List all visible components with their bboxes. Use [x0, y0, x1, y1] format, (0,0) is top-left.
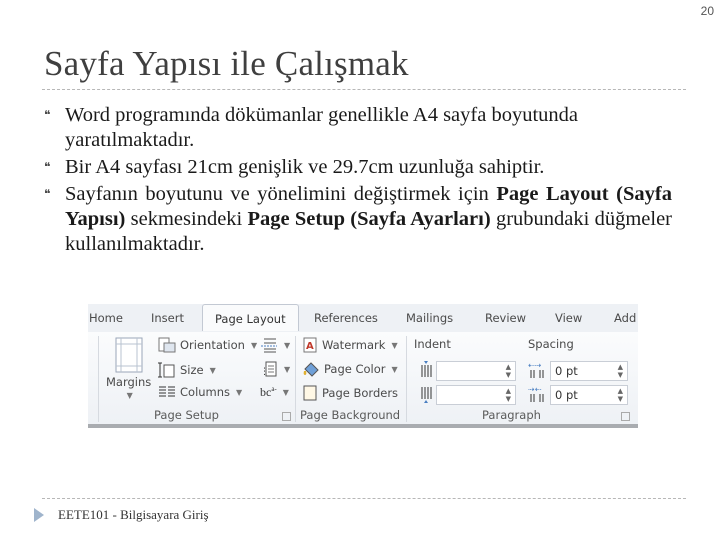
spinner-icon[interactable]: ▲ ▼ — [618, 363, 623, 379]
bullet-text: Word programında dökümanlar genellikle A… — [65, 104, 578, 151]
chevron-down-icon: ▼ — [126, 391, 133, 400]
chevron-down-icon: ▼ — [282, 388, 289, 397]
tab-page-layout[interactable]: Page Layout — [202, 304, 299, 331]
bullet-text: Sayfanın boyutunu ve yönelimini değiştir… — [65, 183, 497, 205]
line-numbers-icon: ⋮ — [260, 361, 277, 377]
columns-label: Columns — [180, 385, 231, 399]
page-background-group-label: Page Background — [300, 408, 401, 422]
group-separator — [406, 336, 407, 422]
tab-add[interactable]: Add — [614, 311, 636, 325]
paint-bucket-icon — [303, 362, 319, 377]
svg-text:A: A — [306, 341, 314, 352]
hyphenation-icon: bca- — [260, 385, 277, 399]
spacing-before-icon: ⇠⇢ — [528, 361, 548, 382]
orientation-label: Orientation — [180, 338, 245, 352]
bullet-item: ❝ Sayfanın boyutunu ve yönelimini değişt… — [44, 182, 672, 257]
page-borders-button[interactable]: Page Borders — [302, 385, 398, 401]
bullet-icon: ❝ — [44, 108, 51, 122]
spinner-icon[interactable]: ▲ ▼ — [618, 387, 623, 403]
footer-divider — [42, 498, 686, 499]
chevron-down-icon: ▼ — [250, 340, 258, 350]
line-numbers-button[interactable]: ⋮ ▼ — [260, 361, 290, 377]
tab-home[interactable]: Home — [89, 311, 123, 325]
size-icon — [158, 362, 175, 378]
bullet-item: ❝ Word programında dökümanlar genellikle… — [44, 103, 672, 153]
spinner-icon[interactable]: ▲ ▼ — [506, 387, 511, 403]
bullet-icon: ❝ — [44, 160, 51, 174]
chevron-down-icon: ▼ — [391, 340, 398, 350]
page-borders-label: Page Borders — [322, 386, 399, 400]
dialog-launcher-icon[interactable] — [282, 412, 291, 421]
ribbon-body: Margins ▼ Orientation ▼ Size ▼ Columns ▼… — [88, 332, 638, 424]
spacing-after-input[interactable]: 0 pt ▲ ▼ — [550, 385, 628, 405]
indent-label: Indent — [414, 337, 451, 351]
margins-label: Margins — [106, 375, 152, 389]
orientation-button[interactable]: Orientation ▼ — [158, 337, 257, 353]
indent-right-input[interactable]: ▲ ▼ — [436, 385, 516, 405]
chevron-down-icon: ▼ — [391, 364, 398, 374]
tab-view[interactable]: View — [555, 311, 582, 325]
breaks-icon — [261, 338, 277, 353]
bullet-item: ❝ Bir A4 sayfası 21cm genişlik ve 29.7cm… — [44, 155, 672, 180]
page-number: 20 — [700, 4, 714, 18]
dialog-launcher-icon[interactable] — [621, 412, 630, 421]
indent-right-icon — [418, 385, 434, 406]
title-divider — [42, 89, 686, 90]
bullet-text: Bir A4 sayfası 21cm genişlik ve 29.7cm u… — [65, 156, 545, 178]
spinner-icon[interactable]: ▲ ▼ — [506, 363, 511, 379]
spacing-label: Spacing — [528, 337, 574, 351]
ribbon-screenshot: Home Insert Page Layout References Maili… — [88, 304, 638, 428]
watermark-button[interactable]: A Watermark ▼ — [302, 337, 398, 353]
paragraph-group-label: Paragraph — [482, 408, 541, 422]
footer-text: EETE101 - Bilgisayara Giriş — [58, 507, 209, 522]
tab-insert[interactable]: Insert — [151, 311, 184, 325]
ribbon-tabs: Home Insert Page Layout References Maili… — [88, 304, 638, 333]
columns-icon — [159, 386, 175, 397]
spacing-before-input[interactable]: 0 pt ▲ ▼ — [550, 361, 628, 381]
hyphenation-button[interactable]: bca- ▼ — [260, 385, 289, 400]
tab-references[interactable]: References — [314, 311, 378, 325]
bullet-bold-text: Page Setup (Sayfa Ayarları) — [247, 208, 491, 230]
spacing-after-value: 0 pt — [555, 388, 578, 402]
size-label: Size — [180, 363, 204, 377]
page-setup-group-label: Page Setup — [154, 408, 219, 422]
spacing-before-value: 0 pt — [555, 364, 578, 378]
bullet-text: sekmesindeki — [125, 208, 248, 230]
slide-title: Sayfa Yapısı ile Çalışmak — [44, 44, 409, 83]
page-color-button[interactable]: Page Color ▼ — [302, 361, 398, 377]
chevron-down-icon: ▼ — [236, 387, 243, 397]
tab-mailings[interactable]: Mailings — [406, 311, 453, 325]
bullet-list: ❝ Word programında dökümanlar genellikle… — [44, 103, 672, 259]
chevron-down-icon: ▼ — [209, 365, 216, 375]
spacing-after-icon: ⇢⇠ — [528, 385, 548, 406]
size-button[interactable]: Size ▼ — [158, 361, 216, 379]
chevron-down-icon: ▼ — [284, 340, 291, 350]
margins-button[interactable]: Margins ▼ — [106, 337, 151, 400]
watermark-icon: A — [303, 337, 317, 353]
page-color-label: Page Color — [324, 362, 386, 376]
page-borders-icon — [303, 385, 317, 401]
tab-review[interactable]: Review — [485, 311, 526, 325]
bullet-icon: ❝ — [44, 187, 51, 201]
svg-text:⇢⇠: ⇢⇠ — [528, 385, 542, 394]
group-separator — [98, 336, 99, 422]
chevron-down-icon: ▼ — [284, 364, 291, 374]
footer-arrow-icon — [34, 508, 44, 522]
breaks-button[interactable]: ▼ — [260, 337, 290, 353]
group-separator — [295, 336, 296, 422]
ribbon-bottom-edge — [88, 424, 638, 428]
columns-button[interactable]: Columns ▼ — [158, 385, 242, 399]
margins-icon — [115, 337, 143, 373]
svg-text:⇠⇢: ⇠⇢ — [528, 361, 542, 370]
watermark-label: Watermark — [322, 338, 386, 352]
indent-left-input[interactable]: ▲ ▼ — [436, 361, 516, 381]
orientation-icon — [158, 337, 176, 353]
indent-left-icon — [418, 361, 434, 382]
